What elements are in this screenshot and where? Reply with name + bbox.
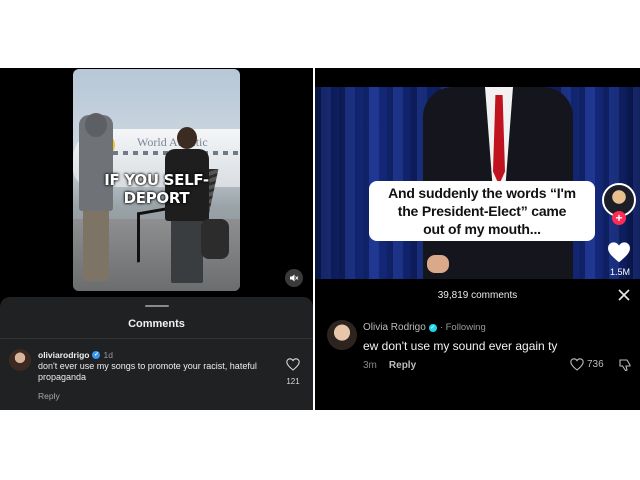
comments-sheet: Comments oliviarodrigo ✓ 1d don't ever u… <box>0 297 313 410</box>
person-left-legs <box>83 209 109 281</box>
like-count: 121 <box>286 377 300 386</box>
heart-outline-icon[interactable] <box>286 358 300 371</box>
person-right-head <box>177 127 197 149</box>
comment-header: oliviarodrigo ✓ 1d <box>38 350 113 360</box>
hand <box>427 255 449 273</box>
instagram-video[interactable]: World Atlantic IF YOU SELF-DEPORT <box>73 69 240 291</box>
comments-title: Comments <box>128 318 185 330</box>
avatar[interactable] <box>9 349 31 371</box>
caption-line-2: the President-Elect” came <box>397 203 567 219</box>
verified-badge-icon: ✓ <box>92 351 101 359</box>
comment-time: 3m <box>363 360 377 371</box>
backpack <box>201 219 229 259</box>
caption-line-1: And suddenly the words “I'm <box>388 185 576 201</box>
airline-livery-text: World Atlantic <box>137 135 208 149</box>
sheet-drag-handle[interactable] <box>145 305 169 307</box>
screenshot-collage: World Atlantic IF YOU SELF-DEPORT Commen… <box>0 0 640 480</box>
reply-button[interactable]: Reply <box>38 391 60 401</box>
video-overlay-text: IF YOU SELF-DEPORT <box>104 171 209 207</box>
plus-icon: + <box>615 211 623 225</box>
comments-count-title: 39,819 comments <box>437 290 518 301</box>
heart-outline-icon <box>570 358 584 371</box>
dislike-icon[interactable] <box>618 358 632 372</box>
comment-like-count: 736 <box>587 359 604 370</box>
heart-filled-icon[interactable] <box>606 241 632 264</box>
comment-meta: 3m Reply <box>363 360 416 371</box>
tiktok-panel: And suddenly the words “I'm the Presiden… <box>315 68 640 410</box>
commenter-avatar[interactable] <box>327 320 357 350</box>
person-left-hood <box>85 113 107 137</box>
mute-button[interactable] <box>285 269 303 287</box>
close-icon[interactable] <box>617 288 631 302</box>
mute-icon <box>290 274 299 282</box>
comment-text: ew don't use my sound ever again ty <box>363 339 558 353</box>
comment-time: 1d <box>103 350 113 360</box>
verified-badge-icon: ✓ <box>428 323 437 332</box>
comment-username[interactable]: Olivia Rodrigo <box>363 322 426 333</box>
video-like-count: 1.5M <box>609 267 630 277</box>
comment-text: don't ever use my songs to promote your … <box>38 361 257 382</box>
video-caption: And suddenly the words “I'm the Presiden… <box>369 181 595 241</box>
comment-username[interactable]: oliviarodrigo <box>38 350 89 360</box>
person-right-legs <box>171 219 203 283</box>
reply-button[interactable]: Reply <box>389 360 416 371</box>
following-label: · Following <box>439 322 486 333</box>
instagram-panel: World Atlantic IF YOU SELF-DEPORT Commen… <box>0 68 313 410</box>
follow-button[interactable]: + <box>612 211 626 225</box>
tiktok-video[interactable]: And suddenly the words “I'm the Presiden… <box>315 87 640 279</box>
comment-like[interactable]: 736 <box>570 358 604 371</box>
divider <box>0 338 313 339</box>
caption-line-3: out of my mouth... <box>423 221 541 237</box>
comment-header: Olivia Rodrigo ✓ · Following <box>363 322 486 333</box>
